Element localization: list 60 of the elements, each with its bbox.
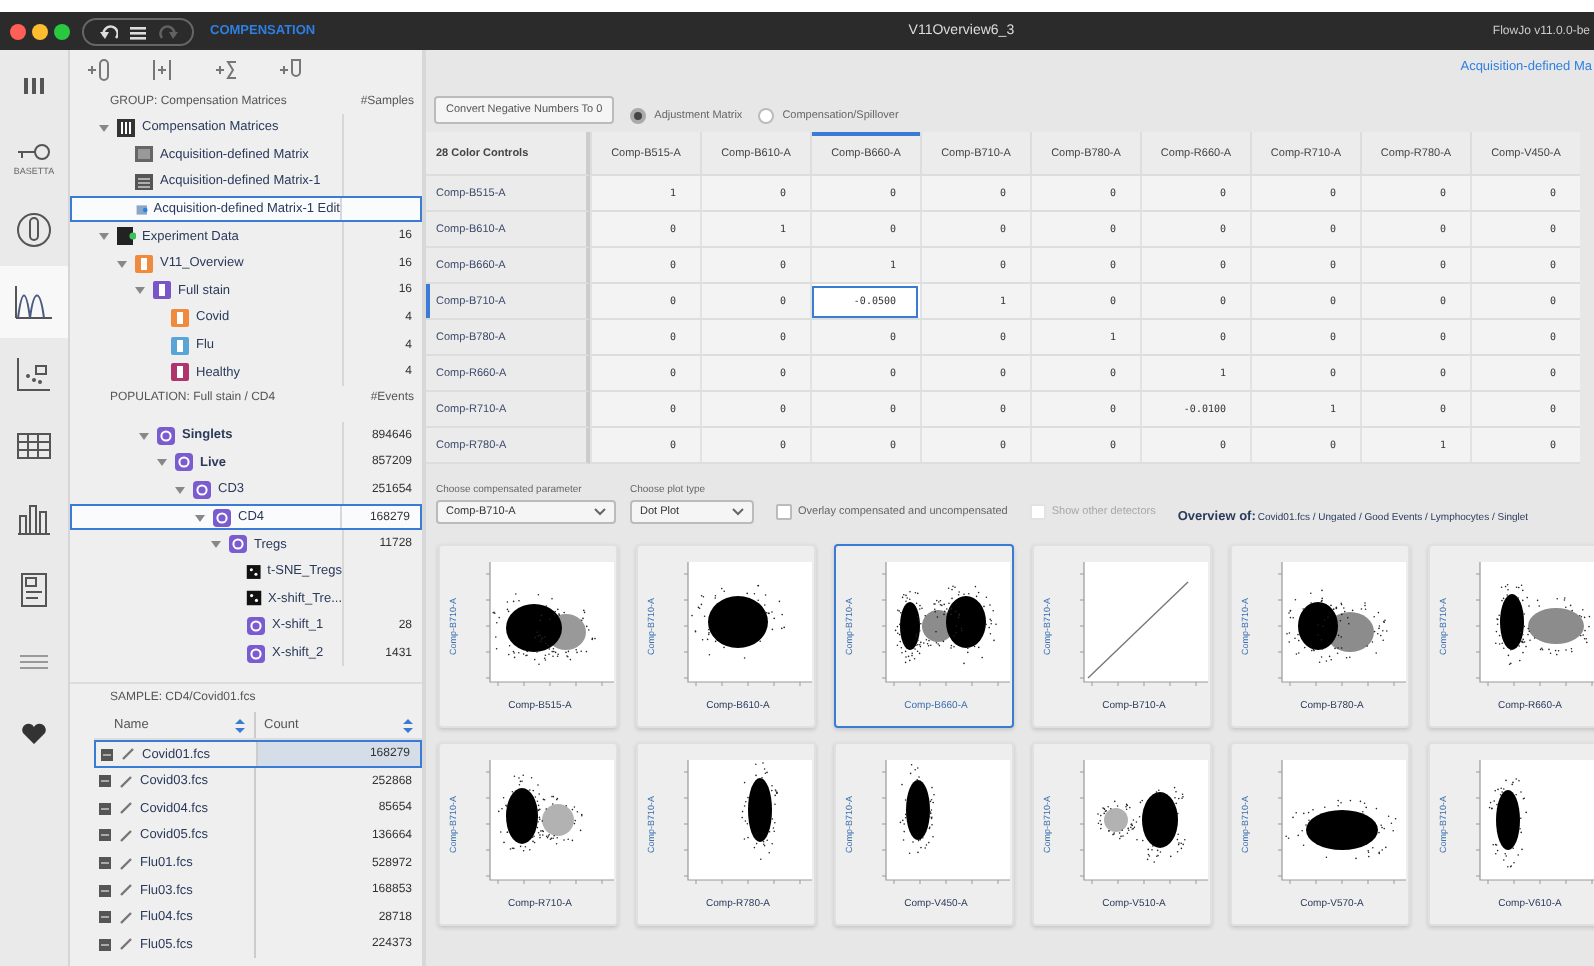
key-icon (14, 141, 54, 161)
file-icon (98, 774, 112, 789)
add-probe-icon (278, 58, 302, 82)
edit-matrix-icon (136, 199, 148, 220)
gate-icon (156, 425, 176, 446)
file-icon (98, 883, 112, 898)
table-icon (16, 432, 52, 460)
sidebar-button[interactable] (0, 266, 68, 338)
heart-icon (20, 722, 48, 746)
pencil-icon (120, 775, 132, 788)
list-icon (128, 21, 148, 41)
pencil-icon (120, 857, 132, 870)
add-probe-button[interactable] (278, 58, 302, 82)
file-icon (98, 937, 112, 952)
file-icon (98, 910, 112, 925)
menu-icon (18, 652, 50, 672)
chevron-down-icon (732, 508, 744, 516)
scatter-plot-icon (16, 356, 52, 392)
gate-icon (246, 615, 266, 636)
bar-chart-icon (16, 500, 52, 536)
pencil-icon (122, 748, 134, 761)
gate-icon (212, 507, 232, 528)
sort-icon (402, 717, 414, 734)
dataset-icon (116, 226, 136, 247)
pencil-icon (120, 911, 132, 924)
bracket-plus-icon (150, 58, 174, 82)
chevron-down-icon (594, 508, 606, 516)
gate-icon (246, 643, 266, 664)
sort-icon (234, 717, 246, 734)
pencil-icon (120, 884, 132, 897)
document-icon (20, 572, 48, 608)
columns-icon (20, 76, 48, 96)
undo-button[interactable] (94, 20, 122, 42)
plot-icon (246, 561, 262, 582)
file-icon (100, 747, 114, 762)
add-tube-button[interactable] (86, 58, 110, 82)
plot-icon (246, 588, 263, 609)
matrix-icon (134, 144, 154, 165)
list-icon (134, 171, 154, 192)
sigma-plus-button[interactable] (214, 58, 238, 82)
bracket-plus-button[interactable] (150, 58, 174, 82)
close-button[interactable] (10, 23, 26, 39)
histogram-icon (14, 284, 54, 320)
gate-icon (192, 479, 212, 500)
redo-icon (158, 21, 178, 41)
file-icon (98, 828, 112, 843)
pencil-icon (120, 829, 132, 842)
gate-icon (228, 534, 248, 555)
file-icon (98, 801, 112, 816)
test-tube-icon (16, 212, 52, 248)
file-icon (98, 856, 112, 871)
grid-icon (116, 117, 136, 138)
sigma-plus-icon (214, 58, 238, 82)
add-tube-icon (86, 58, 110, 82)
pencil-icon (120, 802, 132, 815)
pencil-icon (120, 938, 132, 951)
maximize-button[interactable] (54, 23, 70, 39)
undo-icon (98, 21, 118, 41)
gate-icon (174, 452, 194, 473)
minimize-button[interactable] (32, 23, 48, 39)
